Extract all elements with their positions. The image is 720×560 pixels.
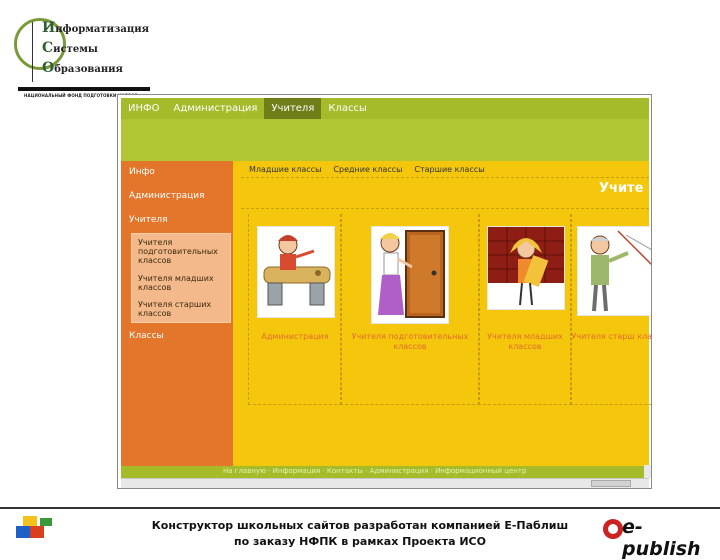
card-prep-teachers[interactable]: Учителя подготовительных классов bbox=[340, 214, 480, 405]
vertical-scrollbar[interactable] bbox=[644, 465, 651, 478]
submenu-item-prep-teachers[interactable]: Учителя подготовительных классов bbox=[138, 238, 226, 265]
administration-illustration bbox=[257, 226, 335, 318]
submenu-item-junior-teachers[interactable]: Учителя младших классов bbox=[138, 274, 226, 292]
tab-senior-classes[interactable]: Старшие классы bbox=[414, 165, 484, 174]
sidebar-item-teachers[interactable]: Учителя bbox=[129, 215, 168, 225]
submenu-item-senior-teachers[interactable]: Учителя старших классов bbox=[138, 300, 226, 318]
top-nav-info[interactable]: ИНФО bbox=[121, 98, 166, 119]
card-label-senior-teachers[interactable]: Учителя старш классов bbox=[571, 332, 651, 342]
sidebar-item-info[interactable]: Инфо bbox=[129, 167, 155, 177]
sidebar-item-classes[interactable]: Классы bbox=[129, 331, 164, 341]
logo-word-2: Системы bbox=[42, 40, 98, 56]
tab-middle-classes[interactable]: Средние классы bbox=[333, 165, 402, 174]
site-screenshot: ИНФО Администрация Учителя Классы Инфо А… bbox=[117, 94, 652, 489]
caption-line-2: по заказу НФПК в рамках Проекта ИСО bbox=[234, 535, 486, 548]
footer-links[interactable]: На главную · Информация · Контакты · Адм… bbox=[223, 467, 526, 475]
content-divider-top bbox=[241, 177, 649, 178]
card-label-junior-teachers[interactable]: Учителя младших классов bbox=[479, 332, 571, 352]
junior-teachers-illustration bbox=[487, 226, 565, 310]
logo-rule bbox=[32, 22, 33, 82]
teachers-submenu: Учителя подготовительных классов Учителя… bbox=[131, 233, 231, 323]
logo-word-1: Информатизация bbox=[42, 20, 150, 36]
epublish-mark-icon bbox=[603, 519, 623, 539]
horizontal-scroll-thumb[interactable] bbox=[591, 480, 631, 487]
senior-teachers-illustration bbox=[577, 226, 651, 316]
top-nav-teachers[interactable]: Учителя bbox=[264, 98, 322, 119]
epublish-wordmark: e-publish bbox=[622, 516, 701, 560]
horizontal-scrollbar[interactable] bbox=[121, 478, 649, 488]
content-divider-mid bbox=[241, 208, 649, 209]
sidebar-item-administration[interactable]: Администрация bbox=[129, 191, 205, 201]
card-label-administration[interactable]: Администрация bbox=[249, 332, 341, 342]
top-nav-administration[interactable]: Администрация bbox=[166, 98, 264, 119]
slide-caption: Конструктор школьных сайтов разработан к… bbox=[110, 518, 610, 550]
card-label-prep-teachers[interactable]: Учителя подготовительных классов bbox=[341, 332, 479, 352]
logo-word-3: Образования bbox=[42, 60, 123, 76]
top-nav-classes[interactable]: Классы bbox=[321, 98, 374, 119]
tab-junior-classes[interactable]: Младшие классы bbox=[249, 165, 321, 174]
main-content: Младшие классы Средние классы Старшие кл… bbox=[233, 161, 651, 466]
card-senior-teachers[interactable]: Учителя старш классов bbox=[570, 214, 651, 405]
logo-bar bbox=[18, 87, 150, 91]
prep-teachers-illustration bbox=[371, 226, 449, 324]
building-blocks-icon bbox=[14, 512, 58, 542]
site-footer: На главную · Информация · Контакты · Адм… bbox=[121, 466, 649, 478]
page-title: Учите bbox=[599, 181, 644, 196]
sidebar: Инфо Администрация Учителя Учителя подго… bbox=[121, 161, 233, 466]
card-administration[interactable]: Администрация bbox=[248, 214, 342, 405]
epublish-logo: e-publish bbox=[602, 516, 714, 560]
class-tabs: Младшие классы Средние классы Старшие кл… bbox=[249, 165, 485, 174]
card-junior-teachers[interactable]: Учителя младших классов bbox=[478, 214, 572, 405]
top-nav: ИНФО Администрация Учителя Классы bbox=[121, 98, 649, 119]
site-banner bbox=[121, 119, 649, 162]
caption-line-1: Конструктор школьных сайтов разработан к… bbox=[151, 519, 569, 532]
footer-rule bbox=[0, 507, 720, 509]
iso-logo: Информатизация Системы Образования НАЦИО… bbox=[10, 14, 150, 98]
